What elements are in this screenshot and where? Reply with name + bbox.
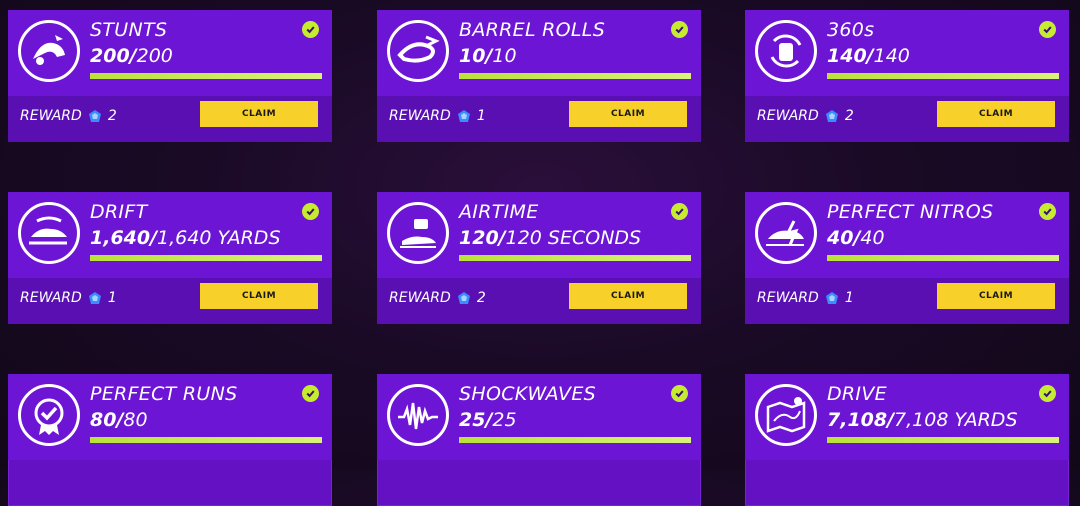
claim-button[interactable]: CLAIM bbox=[200, 283, 318, 309]
complete-check-icon bbox=[671, 21, 688, 38]
progress-text: 1,640/1,640 YARDS bbox=[90, 227, 281, 249]
progress-text: 140/140 bbox=[827, 45, 910, 67]
complete-check-icon bbox=[302, 21, 319, 38]
complete-check-icon bbox=[1039, 21, 1056, 38]
reward-row: REWARD 2 bbox=[757, 108, 854, 124]
progress-bar bbox=[827, 437, 1059, 443]
card-title: PERFECT NITROS bbox=[827, 201, 994, 223]
complete-check-icon bbox=[302, 203, 319, 220]
complete-check-icon bbox=[1039, 203, 1056, 220]
achievement-card-drift: DRIFT 1,640/1,640 YARDS REWARD 1 CLAIM bbox=[8, 192, 332, 324]
progress-text: 25/25 bbox=[459, 409, 517, 431]
progress-bar bbox=[90, 437, 322, 443]
progress-bar bbox=[827, 255, 1059, 261]
complete-check-icon bbox=[1039, 385, 1056, 402]
gem-icon bbox=[825, 110, 838, 122]
claim-button[interactable]: CLAIM bbox=[569, 101, 687, 127]
airtime-car-icon bbox=[387, 202, 449, 264]
achievement-card-perfect-nitros: PERFECT NITROS 40/40 REWARD 1 CLAIM bbox=[745, 192, 1069, 324]
claim-button[interactable]: CLAIM bbox=[937, 101, 1055, 127]
spin-360-icon bbox=[755, 20, 817, 82]
card-title: DRIFT bbox=[90, 201, 148, 223]
card-title: DRIVE bbox=[827, 383, 887, 405]
card-title: BARREL ROLLS bbox=[459, 19, 606, 41]
achievement-card-perfect-runs: PERFECT RUNS 80/80 bbox=[8, 374, 332, 506]
card-title: PERFECT RUNS bbox=[90, 383, 238, 405]
reward-row: REWARD 1 bbox=[20, 290, 117, 306]
achievement-card-stunts: STUNTS 200/200 REWARD 2 CLAIM bbox=[8, 10, 332, 142]
achievement-card-360s: 360s 140/140 REWARD 2 CLAIM bbox=[745, 10, 1069, 142]
progress-text: 10/10 bbox=[459, 45, 517, 67]
card-title: AIRTIME bbox=[459, 201, 539, 223]
complete-check-icon bbox=[671, 385, 688, 402]
achievement-card-airtime: AIRTIME 120/120 SECONDS REWARD 2 CLAIM bbox=[377, 192, 701, 324]
complete-check-icon bbox=[671, 203, 688, 220]
card-title: STUNTS bbox=[90, 19, 168, 41]
claim-button[interactable]: CLAIM bbox=[200, 101, 318, 127]
nitro-car-icon bbox=[755, 202, 817, 264]
gem-icon bbox=[88, 292, 101, 304]
progress-text: 120/120 SECONDS bbox=[459, 227, 642, 249]
achievement-card-barrel-rolls: BARREL ROLLS 10/10 REWARD 1 CLAIM bbox=[377, 10, 701, 142]
stunt-car-icon bbox=[18, 20, 80, 82]
complete-check-icon bbox=[302, 385, 319, 402]
card-title: 360s bbox=[827, 19, 875, 41]
progress-bar bbox=[459, 255, 691, 261]
reward-row: REWARD 1 bbox=[757, 290, 854, 306]
gem-icon bbox=[825, 292, 838, 304]
gem-icon bbox=[457, 292, 470, 304]
progress-bar bbox=[90, 73, 322, 79]
progress-bar bbox=[90, 255, 322, 261]
map-route-icon bbox=[755, 384, 817, 446]
barrel-roll-icon bbox=[387, 20, 449, 82]
gem-icon bbox=[88, 110, 101, 122]
claim-button[interactable]: CLAIM bbox=[569, 283, 687, 309]
progress-bar bbox=[459, 437, 691, 443]
card-title: SHOCKWAVES bbox=[459, 383, 596, 405]
progress-text: 200/200 bbox=[90, 45, 173, 67]
progress-bar bbox=[827, 73, 1059, 79]
drift-car-icon bbox=[18, 202, 80, 264]
progress-text: 7,108/7,108 YARDS bbox=[827, 409, 1018, 431]
achievement-card-shockwaves: SHOCKWAVES 25/25 bbox=[377, 374, 701, 506]
reward-row: REWARD 1 bbox=[389, 108, 486, 124]
progress-bar bbox=[459, 73, 691, 79]
claim-button[interactable]: CLAIM bbox=[937, 283, 1055, 309]
achievement-card-drive: DRIVE 7,108/7,108 YARDS bbox=[745, 374, 1069, 506]
gem-icon bbox=[457, 110, 470, 122]
shockwave-icon bbox=[387, 384, 449, 446]
reward-row: REWARD 2 bbox=[389, 290, 486, 306]
progress-text: 40/40 bbox=[827, 227, 885, 249]
progress-text: 80/80 bbox=[90, 409, 148, 431]
reward-row: REWARD 2 bbox=[20, 108, 117, 124]
badge-check-icon bbox=[18, 384, 80, 446]
